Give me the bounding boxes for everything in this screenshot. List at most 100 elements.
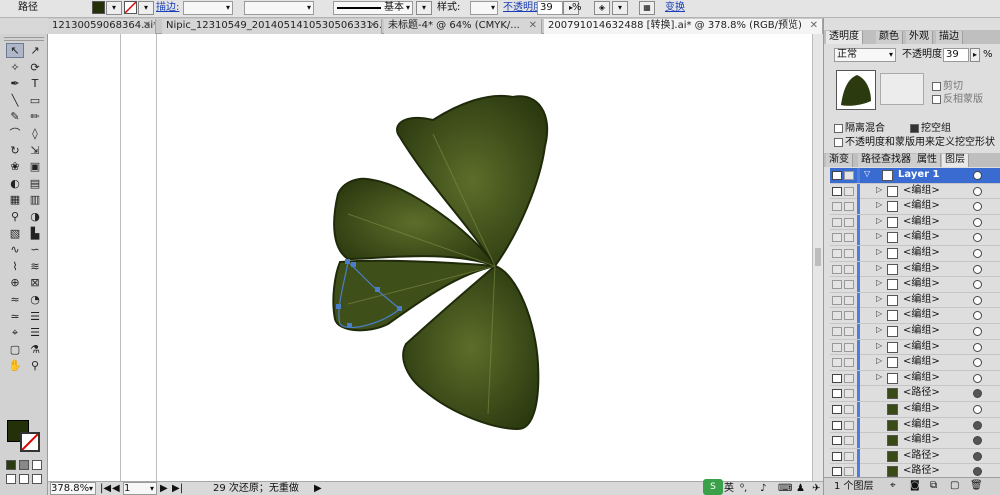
layer-row[interactable]: ▷ <编组> xyxy=(830,370,1000,387)
mask-thumbnail[interactable] xyxy=(880,73,924,105)
lock-toggle[interactable] xyxy=(844,451,854,461)
document-tab-3[interactable]: 未标题-4* @ 64% (CMYK/... ✕ xyxy=(384,19,542,34)
lock-toggle[interactable] xyxy=(844,467,854,477)
lock-toggle[interactable] xyxy=(844,389,854,399)
blend-tool[interactable]: ◑ xyxy=(26,209,44,224)
first-artboard-button[interactable]: |◀ xyxy=(100,483,111,495)
pencil-tool[interactable]: ✏ xyxy=(26,109,44,124)
artboard-2-tool[interactable]: ▢ xyxy=(6,342,24,357)
locate-object-icon[interactable]: ⌖ xyxy=(890,480,896,491)
scissors-tool[interactable]: ◔ xyxy=(26,292,44,307)
selection-tool[interactable]: ↖ xyxy=(6,43,24,58)
layer-row[interactable]: ▷ <编组> xyxy=(830,214,1000,231)
layer-row[interactable]: ▷ <编组> xyxy=(830,261,1000,278)
expand-triangle-icon[interactable]: ▷ xyxy=(876,231,882,240)
magic-wand-tool[interactable]: ✧ xyxy=(6,60,24,75)
eyedropper-tool[interactable]: ⚲ xyxy=(6,209,24,224)
none-mode-icon[interactable] xyxy=(32,460,42,470)
lock-toggle[interactable] xyxy=(844,249,854,258)
visibility-eye-icon[interactable] xyxy=(832,405,842,414)
layer-row[interactable]: ▷ <编组> xyxy=(830,230,1000,246)
layer-row[interactable]: <路径> xyxy=(830,386,1000,402)
visibility-eye-icon[interactable] xyxy=(832,217,842,227)
color-mode-icon[interactable] xyxy=(6,460,16,470)
new-sublayer-icon[interactable]: ⧉ xyxy=(930,480,937,491)
visibility-eye-icon[interactable] xyxy=(832,280,842,290)
close-icon[interactable]: ✕ xyxy=(810,19,818,33)
gradient-mode-icon[interactable] xyxy=(19,460,29,470)
shape-builder-tool[interactable]: ◐ xyxy=(6,176,24,191)
ime-skin-icon[interactable]: ♟ xyxy=(796,483,805,495)
blend-mode-select[interactable]: 正常 ▾ xyxy=(834,48,896,62)
expand-triangle-icon[interactable]: ▷ xyxy=(876,263,882,272)
tab-appearance[interactable]: 外观 xyxy=(906,31,933,44)
clip-checkbox[interactable] xyxy=(932,81,941,91)
eraser-tool[interactable]: ◊ xyxy=(26,126,44,141)
ime-microphone-icon[interactable]: ♪ xyxy=(760,483,766,495)
lock-toggle[interactable] xyxy=(844,186,854,196)
visibility-eye-icon[interactable] xyxy=(832,342,842,352)
status-menu-arrow[interactable]: ▶ xyxy=(314,483,322,495)
type-tool[interactable]: T xyxy=(26,76,44,91)
lock-toggle[interactable] xyxy=(844,436,854,446)
expand-triangle-icon[interactable]: ▷ xyxy=(876,309,882,318)
brush-definition-select[interactable]: 基本 ▾ xyxy=(333,1,413,15)
free-transform-tool[interactable]: ▣ xyxy=(26,159,44,174)
clip-option[interactable]: 剪切 xyxy=(932,80,963,94)
reshape-tool[interactable]: ≋ xyxy=(26,259,44,274)
align-icon[interactable]: ▦ xyxy=(639,1,655,15)
lock-toggle[interactable] xyxy=(844,311,854,321)
visibility-eye-icon[interactable] xyxy=(832,311,842,321)
target-circle-icon[interactable] xyxy=(973,342,982,352)
tab-layers[interactable]: 图层 xyxy=(942,154,969,167)
target-circle-icon[interactable] xyxy=(973,451,982,461)
tab-transparency[interactable]: 透明度 xyxy=(826,31,863,44)
visibility-eye-icon[interactable] xyxy=(832,436,842,446)
perspective-grid-tool[interactable]: ▤ xyxy=(26,176,44,191)
lock-toggle[interactable] xyxy=(844,358,854,368)
visibility-eye-icon[interactable] xyxy=(832,233,842,243)
pen-tool[interactable]: ✒ xyxy=(6,76,24,91)
ime-settings-icon[interactable]: ✈ xyxy=(812,483,820,495)
width-tool[interactable]: ⌇ xyxy=(6,259,24,274)
ime-mode[interactable]: 英 xyxy=(724,483,734,495)
mesh-tool[interactable]: ▦ xyxy=(6,192,24,207)
tab-stroke[interactable]: 描边 xyxy=(936,31,963,44)
layer-row[interactable]: ▷ <编组> xyxy=(830,183,1000,200)
document-tab-active[interactable]: 200791014632488 [转换].ai* @ 378.8% (RGB/预… xyxy=(544,19,823,34)
live-paint-select-tool[interactable]: ⌖ xyxy=(6,325,24,340)
target-circle-icon[interactable] xyxy=(973,420,982,430)
visibility-eye-icon[interactable] xyxy=(832,373,842,383)
visibility-eye-icon[interactable] xyxy=(832,186,842,196)
scale-tool[interactable]: ⇲ xyxy=(26,143,44,158)
crop-tool[interactable]: ⊠ xyxy=(26,275,44,290)
panel-grip[interactable] xyxy=(4,37,44,41)
object-thumbnail[interactable] xyxy=(836,70,876,110)
tab-color[interactable]: 颜色 xyxy=(876,31,903,44)
layer-row[interactable]: ▷ <编组> xyxy=(830,355,1000,371)
ime-punctuation-icon[interactable]: ⁰, xyxy=(740,483,747,495)
paint-bucket-tool[interactable]: ☰ xyxy=(26,325,44,340)
expand-triangle-icon[interactable]: ▷ xyxy=(876,372,882,381)
knockout-option[interactable]: 挖空组 xyxy=(910,122,951,136)
stroke-swatch[interactable] xyxy=(124,1,137,14)
symbol-tool[interactable]: ⊕ xyxy=(6,275,24,290)
stroke-panel-link[interactable]: 描边: xyxy=(156,1,179,15)
target-circle-icon[interactable] xyxy=(973,358,982,368)
expand-triangle-icon[interactable]: ▷ xyxy=(876,325,882,334)
lock-toggle[interactable] xyxy=(844,264,854,274)
invert-mask-option[interactable]: 反相蒙版 xyxy=(932,93,983,107)
last-artboard-button[interactable]: ▶| xyxy=(172,483,183,495)
knife-tool[interactable]: ≃ xyxy=(6,309,24,324)
panel-opacity-stepper[interactable]: ▸ xyxy=(970,48,980,62)
gradient-tool[interactable]: ▥ xyxy=(26,192,44,207)
layer-row[interactable]: ▷ <编组> xyxy=(830,277,1000,293)
tab-gradient[interactable]: 渐变 xyxy=(826,154,853,167)
draw-behind-icon[interactable] xyxy=(19,474,29,484)
recolor-dropdown[interactable]: ▾ xyxy=(612,1,628,15)
lock-toggle[interactable] xyxy=(844,373,854,383)
layer-row[interactable]: ▷ <编组> xyxy=(830,246,1000,262)
layer-row[interactable]: ▷ <编组> xyxy=(830,199,1000,215)
slice-tool[interactable]: ∽ xyxy=(26,242,44,257)
canvas[interactable] xyxy=(48,34,812,481)
